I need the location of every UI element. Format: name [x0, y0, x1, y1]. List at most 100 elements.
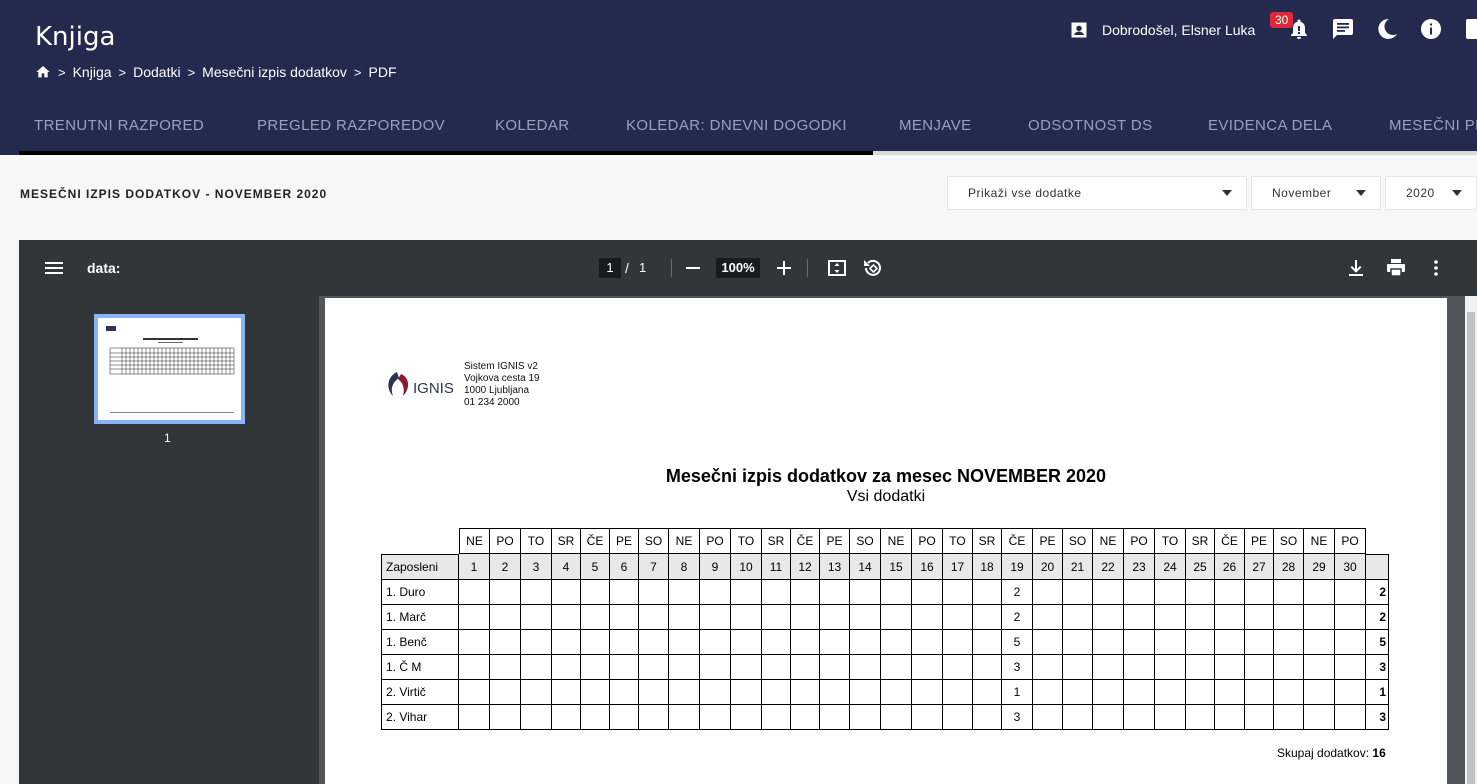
fit-page-icon[interactable] — [825, 256, 849, 280]
addon-type-select[interactable]: Prikaži vse dodatke — [947, 176, 1247, 210]
rotate-icon[interactable] — [861, 256, 885, 280]
tab-menjave[interactable]: MENJAVE — [899, 117, 972, 134]
tab-bar: TRENUTNI RAZPORED PREGLED RAZPOREDOV KOL… — [0, 103, 1477, 155]
weekday-header-cell: SO — [1274, 528, 1304, 554]
breadcrumb-separator-icon: > — [353, 64, 362, 80]
thumbnail-preview-icon — [106, 326, 235, 413]
tab-evidenca-dela[interactable]: EVIDENCA DELA — [1208, 117, 1332, 134]
day-number-cell: 13 — [820, 554, 850, 580]
day-number-cell: 10 — [731, 554, 762, 580]
month-select[interactable]: November — [1251, 176, 1381, 210]
day-value-cell — [700, 680, 731, 705]
download-icon[interactable] — [1344, 256, 1368, 280]
day-number-cell: 4 — [552, 554, 581, 580]
dark-mode-icon[interactable] — [1375, 17, 1399, 41]
day-value-cell — [973, 630, 1002, 655]
day-value-cell — [1215, 680, 1245, 705]
day-value-cell — [1093, 630, 1124, 655]
day-number-cell: 5 — [581, 554, 610, 580]
tab-trenutni-razpored[interactable]: TRENUTNI RAZPORED — [34, 117, 204, 134]
pdf-document-area[interactable]: IGNIS Sistem IGNIS v2 Vojkova cesta 19 1… — [319, 296, 1477, 784]
day-value-cell — [1274, 630, 1304, 655]
vertical-scrollbar[interactable] — [1465, 296, 1477, 784]
company-line: Sistem IGNIS v2 — [464, 361, 538, 372]
day-value-cell — [1215, 705, 1245, 730]
pdf-toolbar: data: 1 / 1 100% — [19, 240, 1477, 296]
home-icon[interactable] — [35, 64, 51, 80]
tab-koledar[interactable]: KOLEDAR — [495, 117, 570, 134]
zoom-in-icon[interactable] — [772, 256, 796, 280]
zoom-level-input[interactable]: 100% — [716, 258, 760, 278]
day-value-cell — [973, 655, 1002, 680]
page-heading: MESEČNI IZPIS DODATKOV - NOVEMBER 2020 — [20, 187, 328, 201]
day-value-cell — [820, 605, 850, 630]
day-value-cell — [521, 655, 552, 680]
day-number-cell: 21 — [1063, 554, 1093, 580]
day-value-cell — [639, 630, 669, 655]
page-number-input[interactable]: 1 — [599, 258, 621, 278]
employee-header-cell: Zaposleni — [381, 554, 459, 580]
day-value-cell — [639, 655, 669, 680]
day-value-cell — [1304, 655, 1335, 680]
day-number-cell: 22 — [1093, 554, 1124, 580]
day-value-cell — [881, 580, 912, 605]
breadcrumb-item-knjiga[interactable]: Knjiga — [73, 64, 112, 80]
tab-active-indicator — [19, 151, 873, 155]
more-vertical-icon[interactable] — [1424, 256, 1448, 280]
tab-odsotnost-ds[interactable]: ODSOTNOST DS — [1028, 117, 1153, 134]
weekday-header-cell: PO — [1335, 528, 1366, 554]
thumbnail-page-number: 1 — [164, 431, 171, 445]
print-icon[interactable] — [1384, 256, 1408, 280]
weekday-header-cell: PE — [610, 528, 639, 554]
tab-mesecni-pl[interactable]: MESEČNI PL — [1389, 117, 1477, 134]
day-value-cell — [762, 605, 791, 630]
weekday-header-cell: SR — [762, 528, 791, 554]
breadcrumb-item-pdf: PDF — [368, 64, 397, 80]
year-select[interactable]: 2020 — [1385, 176, 1477, 210]
day-value-cell — [1304, 705, 1335, 730]
logo-text: IGNIS — [413, 380, 454, 397]
scrollbar-thumb[interactable] — [1467, 312, 1475, 784]
breadcrumb-item-mesecni-izpis[interactable]: Mesečni izpis dodatkov — [202, 64, 347, 80]
day-value-cell — [1186, 605, 1215, 630]
pdf-page: IGNIS Sistem IGNIS v2 Vojkova cesta 19 1… — [325, 298, 1447, 784]
day-value-cell — [1093, 655, 1124, 680]
breadcrumb-separator-icon: > — [187, 64, 196, 80]
company-line: Vojkova cesta 19 — [464, 373, 540, 384]
tab-pregled-razporedov[interactable]: PREGLED RAZPOREDOV — [257, 117, 445, 134]
day-value-cell — [850, 605, 881, 630]
pdf-viewer: data: 1 / 1 100% 1 IGNIS Sistem IGNIS v2… — [19, 240, 1477, 784]
total-addons: Skupaj dodatkov: 16 — [1277, 746, 1386, 760]
day-value-cell — [1304, 580, 1335, 605]
row-total-cell: 3 — [1366, 705, 1389, 730]
day-value-cell — [1335, 680, 1366, 705]
day-value-cell — [791, 705, 820, 730]
pdf-file-icon[interactable] — [1463, 17, 1477, 41]
menu-icon[interactable] — [42, 256, 66, 280]
chat-icon[interactable] — [1331, 17, 1355, 41]
day-number-cell: 7 — [639, 554, 669, 580]
row-total-cell: 2 — [1366, 605, 1389, 630]
tab-koledar-dnevni-dogodki[interactable]: KOLEDAR: DNEVNI DOGODKI — [626, 117, 847, 134]
day-value-cell — [1335, 605, 1366, 630]
day-value-cell — [1186, 580, 1215, 605]
day-value-cell — [581, 680, 610, 705]
user-menu[interactable]: Dobrodošel, Elsner Luka — [1069, 14, 1255, 46]
day-value-cell — [820, 655, 850, 680]
breadcrumb-item-dodatki[interactable]: Dodatki — [133, 64, 180, 80]
day-number-cell: 24 — [1155, 554, 1186, 580]
company-line: 1000 Ljubljana — [464, 385, 530, 396]
report-title: Mesečni izpis dodatkov za mesec NOVEMBER… — [665, 466, 1107, 486]
zoom-out-icon[interactable] — [681, 256, 705, 280]
day-value-cell — [1155, 605, 1186, 630]
info-icon[interactable] — [1419, 17, 1443, 41]
weekday-header-cell: NE — [1304, 528, 1335, 554]
weekday-header-cell: ČE — [581, 528, 610, 554]
page-thumbnail[interactable] — [94, 314, 245, 424]
day-value-cell — [943, 680, 973, 705]
day-value-cell — [1245, 655, 1274, 680]
employee-name-cell: 1. Duro — [381, 580, 459, 605]
day-value-cell — [1186, 655, 1215, 680]
day-value-cell — [610, 680, 639, 705]
day-value-cell — [943, 655, 973, 680]
